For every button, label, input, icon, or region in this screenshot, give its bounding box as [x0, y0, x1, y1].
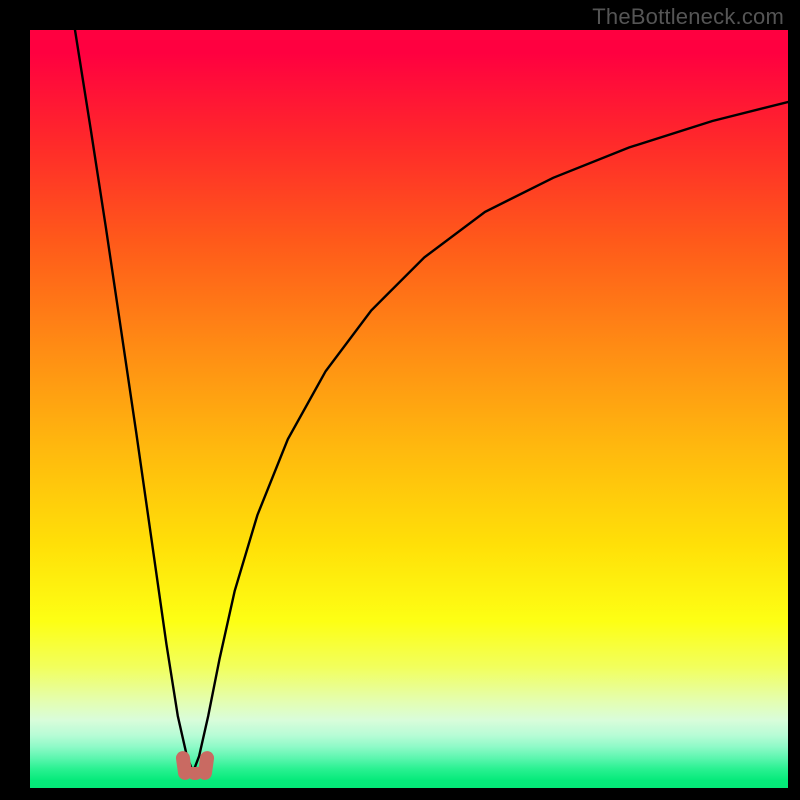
curve-left-branch — [75, 30, 193, 772]
chart-plot-area — [30, 30, 788, 788]
watermark-text: TheBottleneck.com — [592, 4, 784, 30]
min-marker — [177, 750, 213, 780]
curve-right-branch — [193, 102, 788, 772]
chart-curve-layer — [30, 30, 788, 788]
